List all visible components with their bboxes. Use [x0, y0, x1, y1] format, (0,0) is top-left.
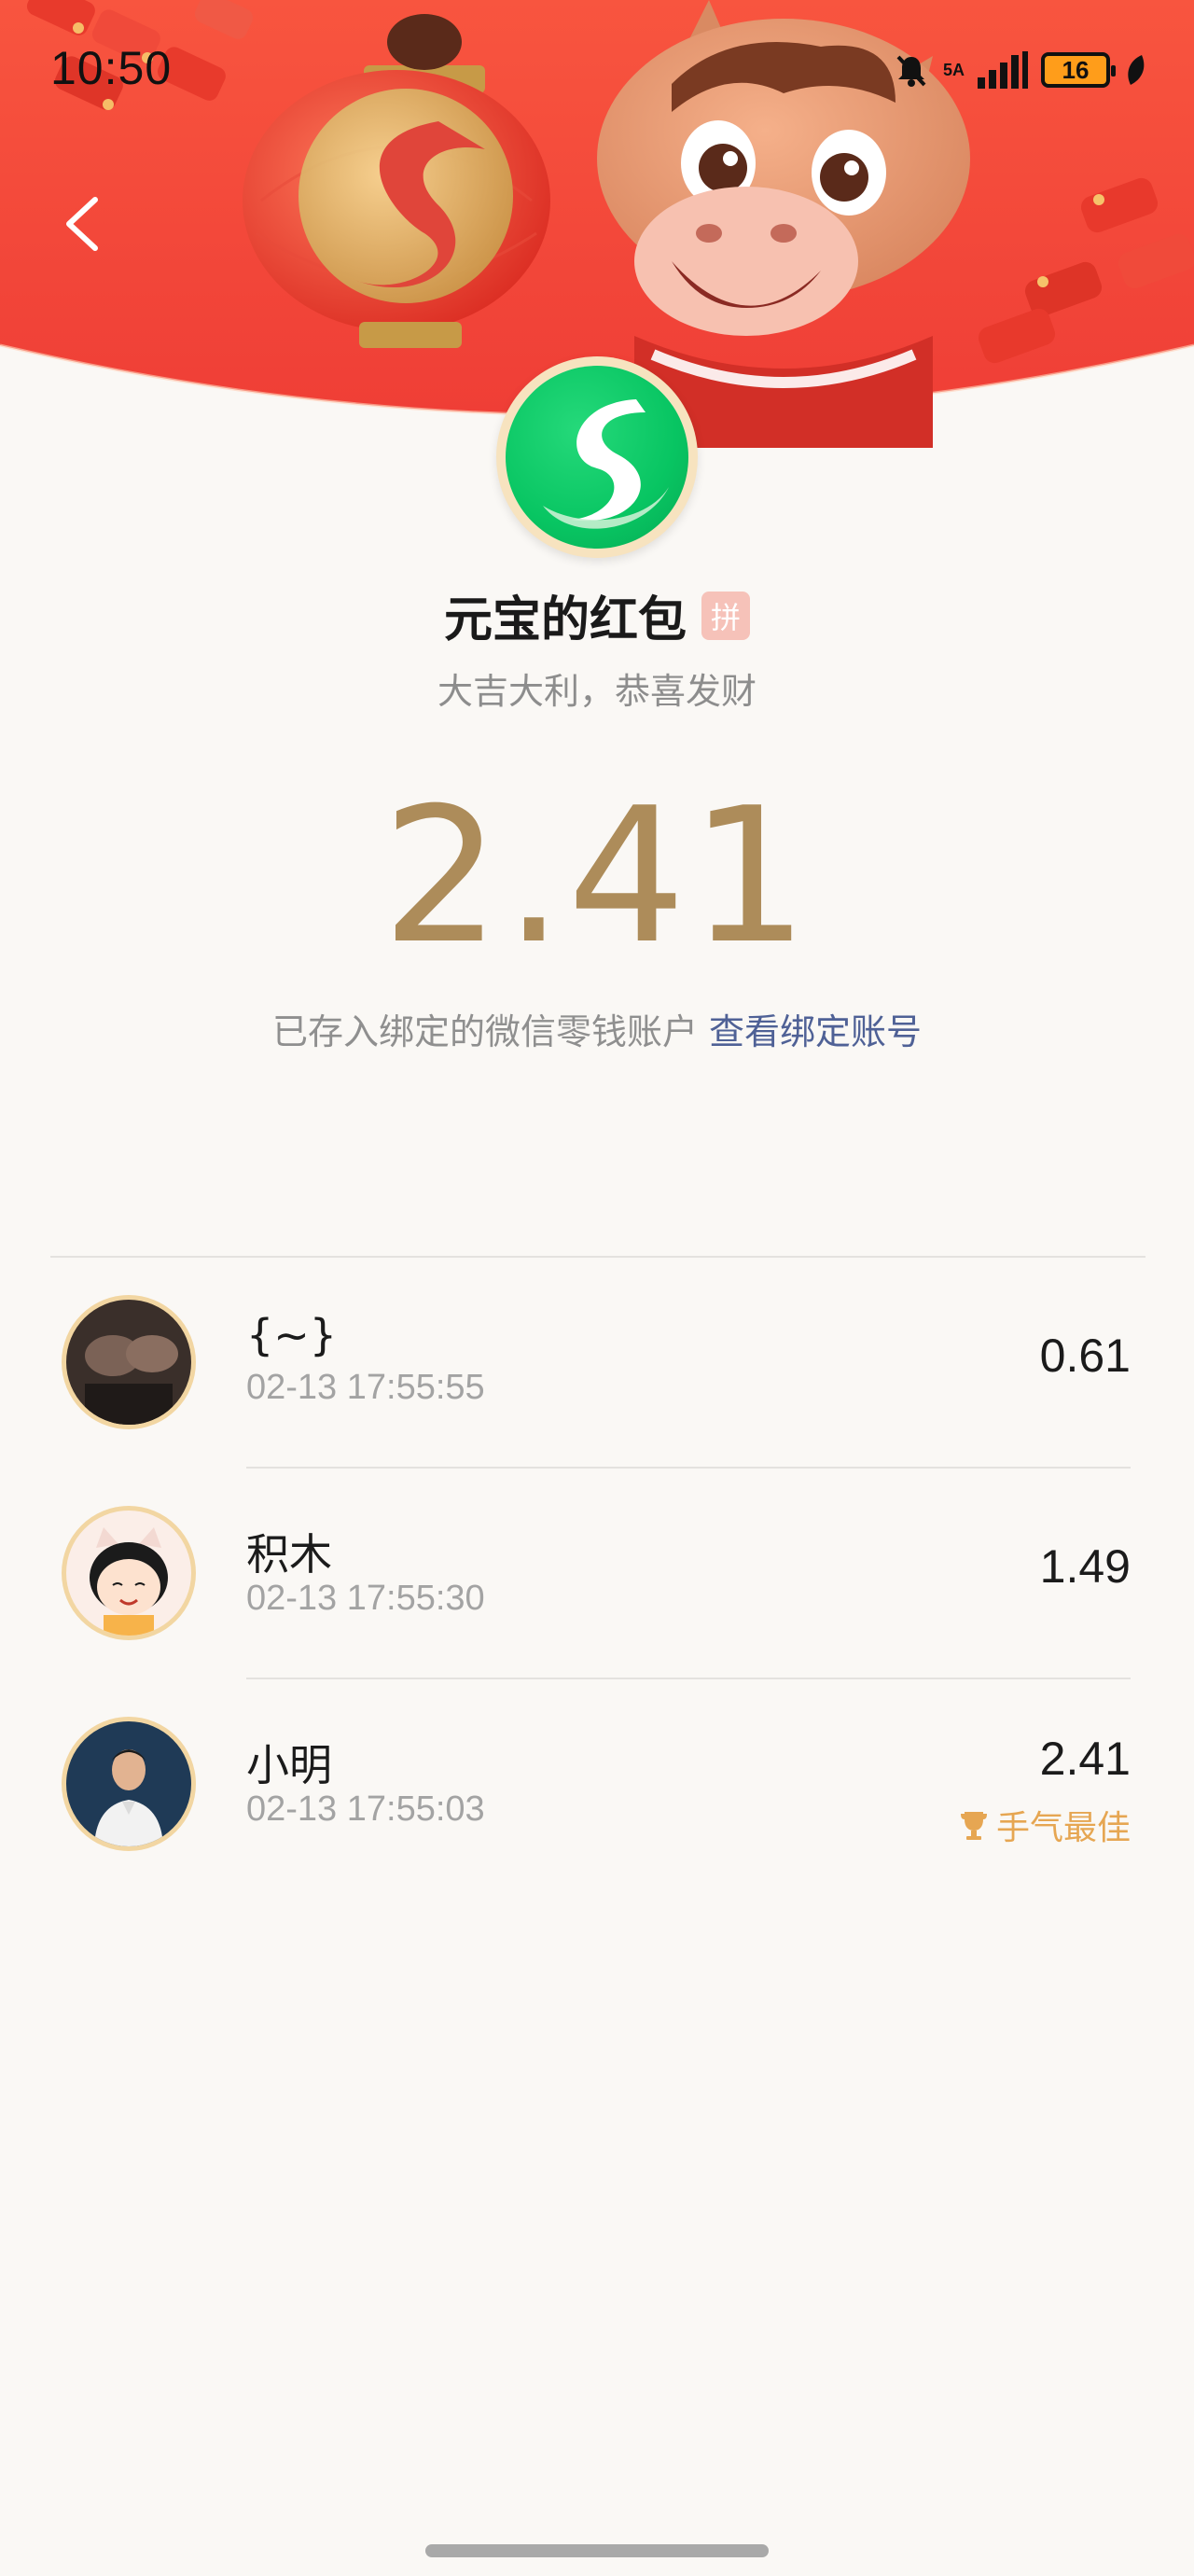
avatar [62, 1295, 196, 1429]
received-amount: 2.41 [382, 768, 812, 985]
recipient-name: 积木 [246, 1529, 332, 1580]
blessing-text: 大吉大利，恭喜发财 [437, 671, 757, 712]
bell-muted-icon [896, 55, 926, 87]
status-icons: 5A 16 [893, 47, 1147, 93]
list-item[interactable]: 积木 02-13 17:55:30 1.49 [0, 1469, 1194, 1679]
recipient-amount: 1.49 [1039, 1540, 1131, 1593]
trophy-icon [960, 1812, 987, 1840]
group-badge: 拼 [701, 591, 750, 640]
sender-avatar [496, 356, 698, 558]
leaf-icon [1128, 55, 1145, 85]
list-item[interactable]: 小明 02-13 17:55:03 2.41 手气最佳 [0, 1679, 1194, 1890]
deposit-text: 已存入绑定的微信零钱账户 [271, 1011, 698, 1052]
deposit-info: 已存入绑定的微信零钱账户 查看绑定账号 [0, 1003, 1194, 1054]
best-luck-label: 手气最佳 [995, 1809, 1131, 1847]
avatar [62, 1506, 196, 1640]
recipient-amount: 0.61 [1039, 1330, 1131, 1382]
user-photo-icon [66, 1721, 191, 1846]
recipient-time: 02-13 17:55:30 [246, 1579, 485, 1618]
chevron-left-icon [66, 197, 98, 251]
cartoon-girl-icon [66, 1511, 191, 1636]
title-row: 元宝的红包 拼 [0, 580, 1194, 650]
home-indicator[interactable] [425, 2544, 769, 2557]
back-button[interactable] [56, 187, 112, 261]
yuanbao-logo-icon [506, 366, 688, 549]
list-item[interactable]: {~} 02-13 17:55:55 0.61 [0, 1258, 1194, 1469]
recipient-time: 02-13 17:55:03 [246, 1789, 485, 1829]
recipient-name: 小明 [246, 1740, 332, 1790]
recipient-name: {~} [246, 1310, 338, 1360]
user-photo-icon [66, 1300, 191, 1425]
recipient-amount: 2.41 [1039, 1733, 1131, 1785]
best-luck-badge: 手气最佳 [957, 1801, 1131, 1849]
envelope-title: 元宝的红包 [443, 592, 687, 648]
battery-level: 16 [1062, 55, 1090, 84]
status-bar: 10:50 5A 16 [0, 0, 1194, 121]
avatar [62, 1717, 196, 1851]
battery-icon: 16 [1041, 52, 1116, 88]
network-label: 5A [942, 61, 965, 79]
recipient-time: 02-13 17:55:55 [246, 1368, 485, 1407]
view-bound-account-link[interactable]: 查看绑定账号 [709, 1011, 922, 1052]
status-time: 10:50 [50, 42, 173, 94]
recipient-list: {~} 02-13 17:55:55 0.61 积木 02-13 17:55:3… [0, 1258, 1194, 1890]
signal-icon [978, 51, 1028, 89]
